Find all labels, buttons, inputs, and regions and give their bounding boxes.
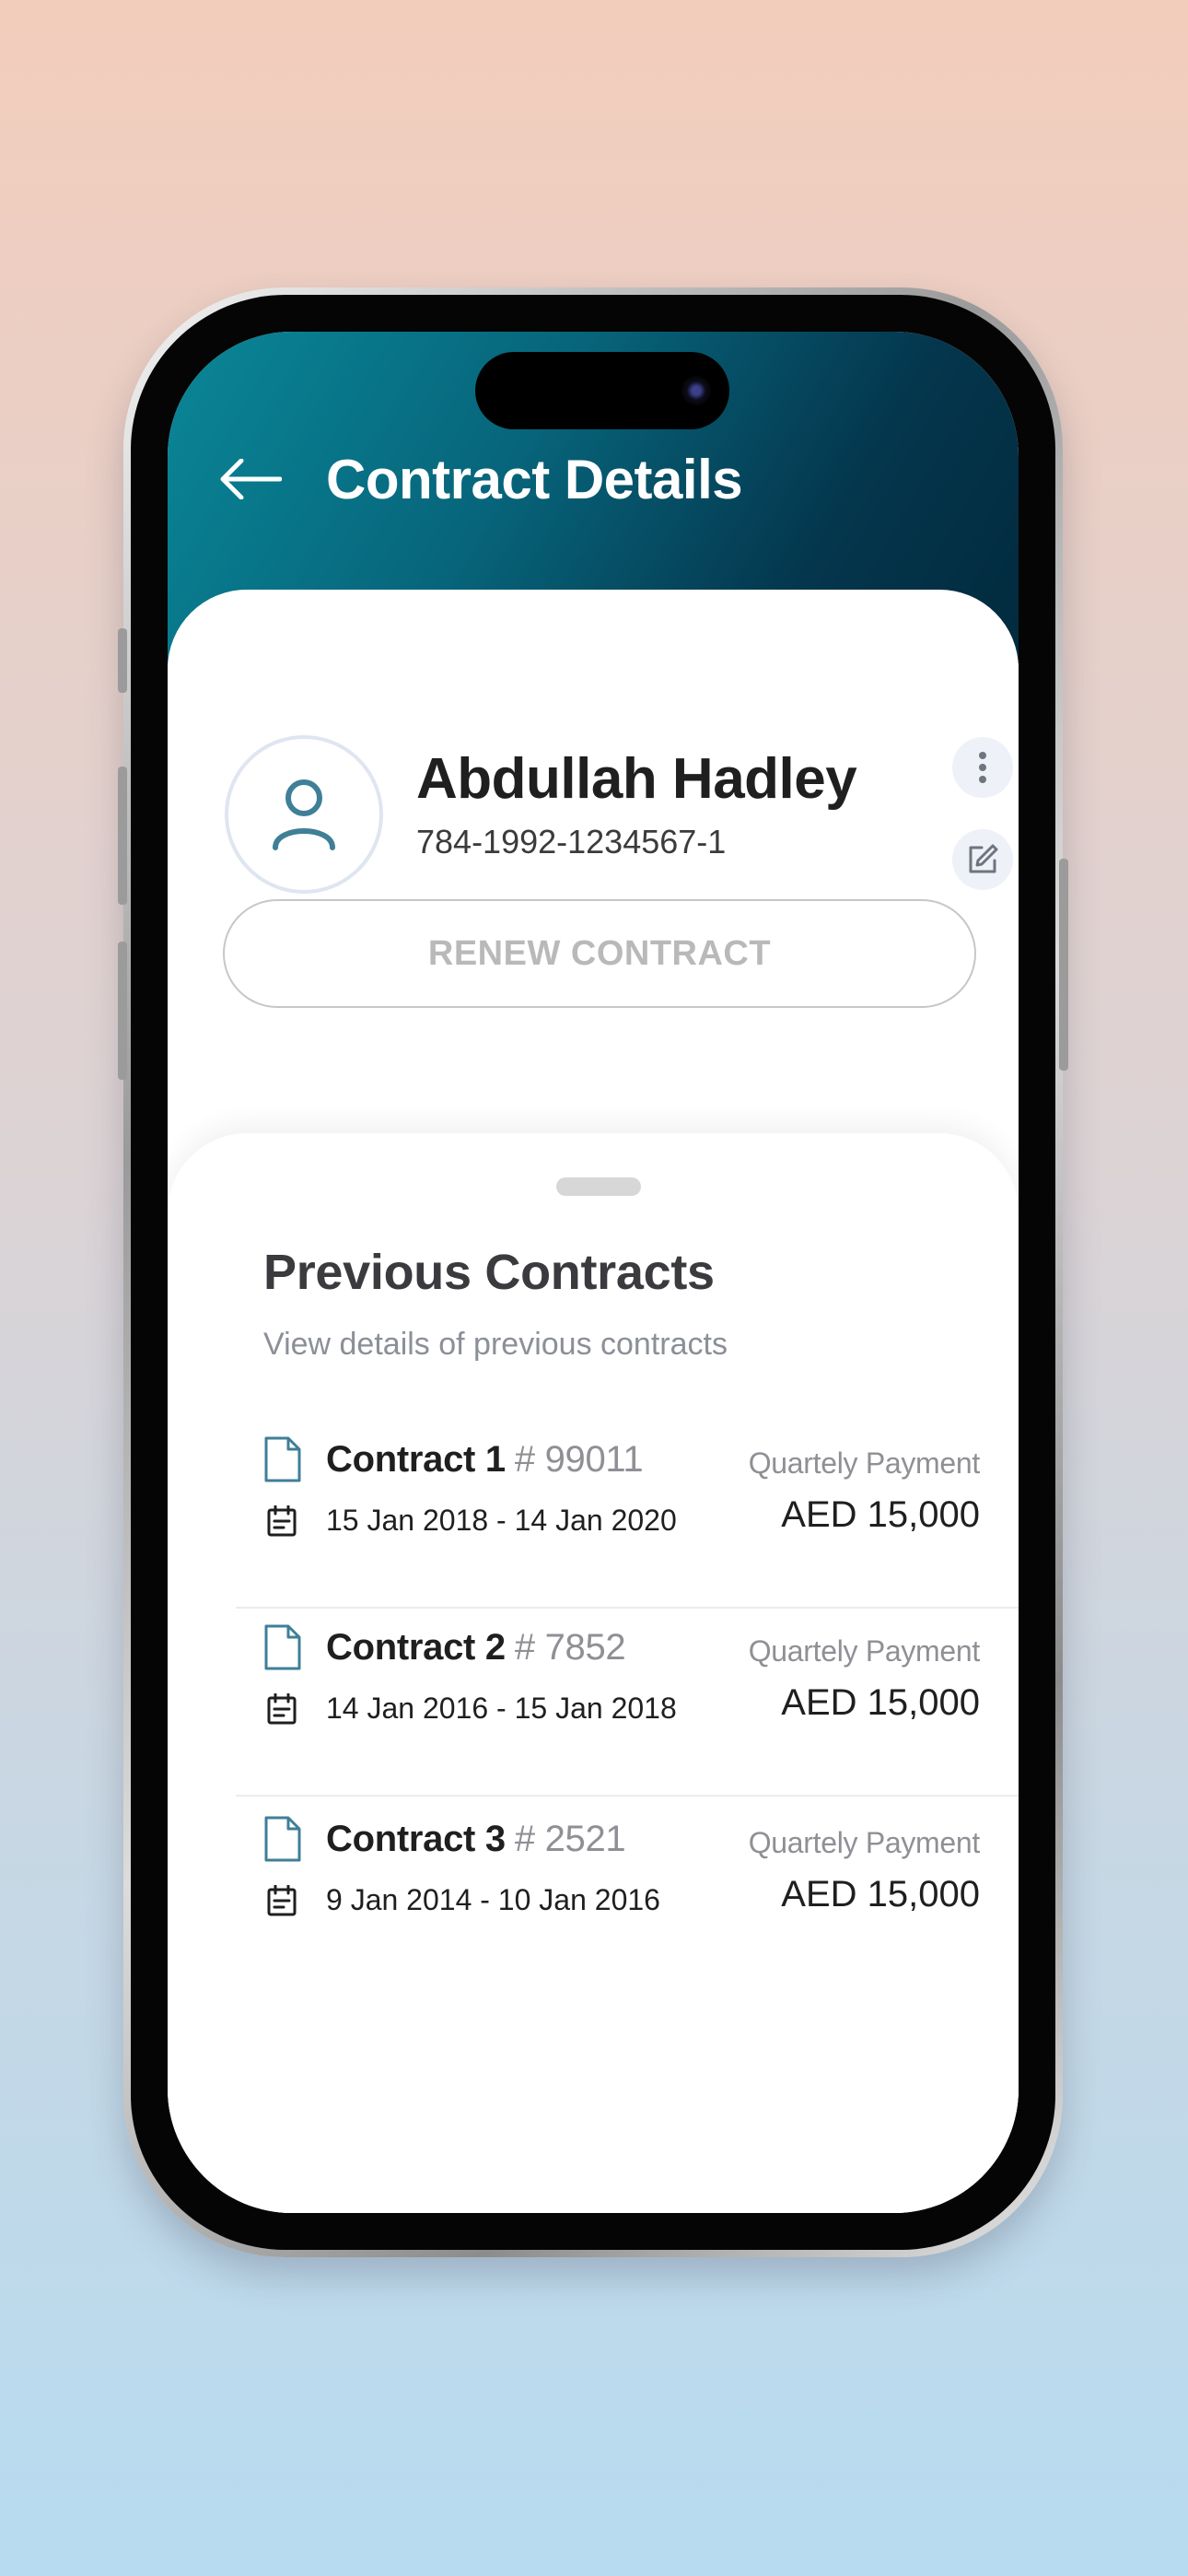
- contract-title: Contract 2 # 7852: [326, 1627, 626, 1669]
- section-subtitle: View details of previous contracts: [263, 1327, 728, 1362]
- payment-label: Quartely Payment: [748, 1634, 981, 1668]
- contract-number: # 2521: [514, 1819, 626, 1859]
- sheet-drag-handle[interactable]: [556, 1177, 641, 1196]
- contract-title: Contract 1 # 99011: [326, 1439, 644, 1481]
- contract-dates: 9 Jan 2014 - 10 Jan 2016: [326, 1883, 660, 1916]
- customer-id-number: 784-1992-1234567-1: [416, 823, 727, 861]
- power-button: [1059, 859, 1068, 1071]
- contract-row[interactable]: Contract 1 # 99011 15 Jan 2018 - 14 Jan 2…: [236, 1410, 1019, 1598]
- calendar-icon: [267, 1505, 297, 1537]
- edit-button[interactable]: [952, 829, 1013, 890]
- contract-number: # 7852: [514, 1627, 626, 1668]
- customer-name: Abdullah Hadley: [416, 747, 857, 811]
- volume-up-button: [118, 767, 127, 905]
- avatar: [225, 735, 383, 894]
- document-icon: [264, 1816, 301, 1862]
- calendar-icon: [267, 1693, 297, 1725]
- volume-down-button: [118, 942, 127, 1080]
- contract-title: Contract 3 # 2521: [326, 1819, 626, 1860]
- contract-row[interactable]: Contract 2 # 7852 14 Jan 2016 - 15 Jan 20…: [236, 1598, 1019, 1786]
- contract-name: Contract 2: [326, 1627, 506, 1668]
- phone-frame: Contract Details Abdullah Hadley 784-199…: [118, 287, 1068, 2257]
- payment-amount: AED 15,000: [781, 1874, 980, 1914]
- document-icon: [264, 1624, 301, 1670]
- document-icon: [264, 1436, 301, 1482]
- edit-icon: [969, 844, 998, 873]
- phone-bezel: Contract Details Abdullah Hadley 784-199…: [131, 295, 1055, 2250]
- page-title: Contract Details: [326, 449, 743, 510]
- payment-amount: AED 15,000: [781, 1494, 980, 1535]
- section-title: Previous Contracts: [263, 1245, 715, 1300]
- payment-label: Quartely Payment: [748, 1826, 981, 1859]
- dynamic-island: [475, 352, 729, 429]
- previous-contracts-sheet: Previous Contracts View details of previ…: [168, 1133, 1019, 2213]
- contract-number: # 99011: [514, 1439, 644, 1480]
- renew-contract-button[interactable]: RENEW CONTRACT: [223, 899, 976, 1008]
- back-button[interactable]: [214, 442, 287, 516]
- contract-name: Contract 1: [326, 1439, 506, 1480]
- camera-icon: [681, 376, 711, 405]
- calendar-icon: [267, 1885, 297, 1916]
- contract-dates: 14 Jan 2016 - 15 Jan 2018: [326, 1692, 677, 1725]
- user-icon: [273, 779, 335, 850]
- contract-row[interactable]: Contract 3 # 2521 9 Jan 2014 - 10 Jan 201…: [236, 1789, 1019, 1977]
- more-vertical-icon: [979, 752, 986, 783]
- contract-dates: 15 Jan 2018 - 14 Jan 2020: [326, 1504, 677, 1537]
- payment-amount: AED 15,000: [781, 1682, 980, 1723]
- more-options-button[interactable]: [952, 737, 1013, 798]
- payment-label: Quartely Payment: [748, 1446, 981, 1480]
- arrow-left-icon: [220, 459, 282, 499]
- action-button: [118, 628, 127, 693]
- screen: Contract Details Abdullah Hadley 784-199…: [168, 332, 1019, 2213]
- contract-name: Contract 3: [326, 1819, 506, 1859]
